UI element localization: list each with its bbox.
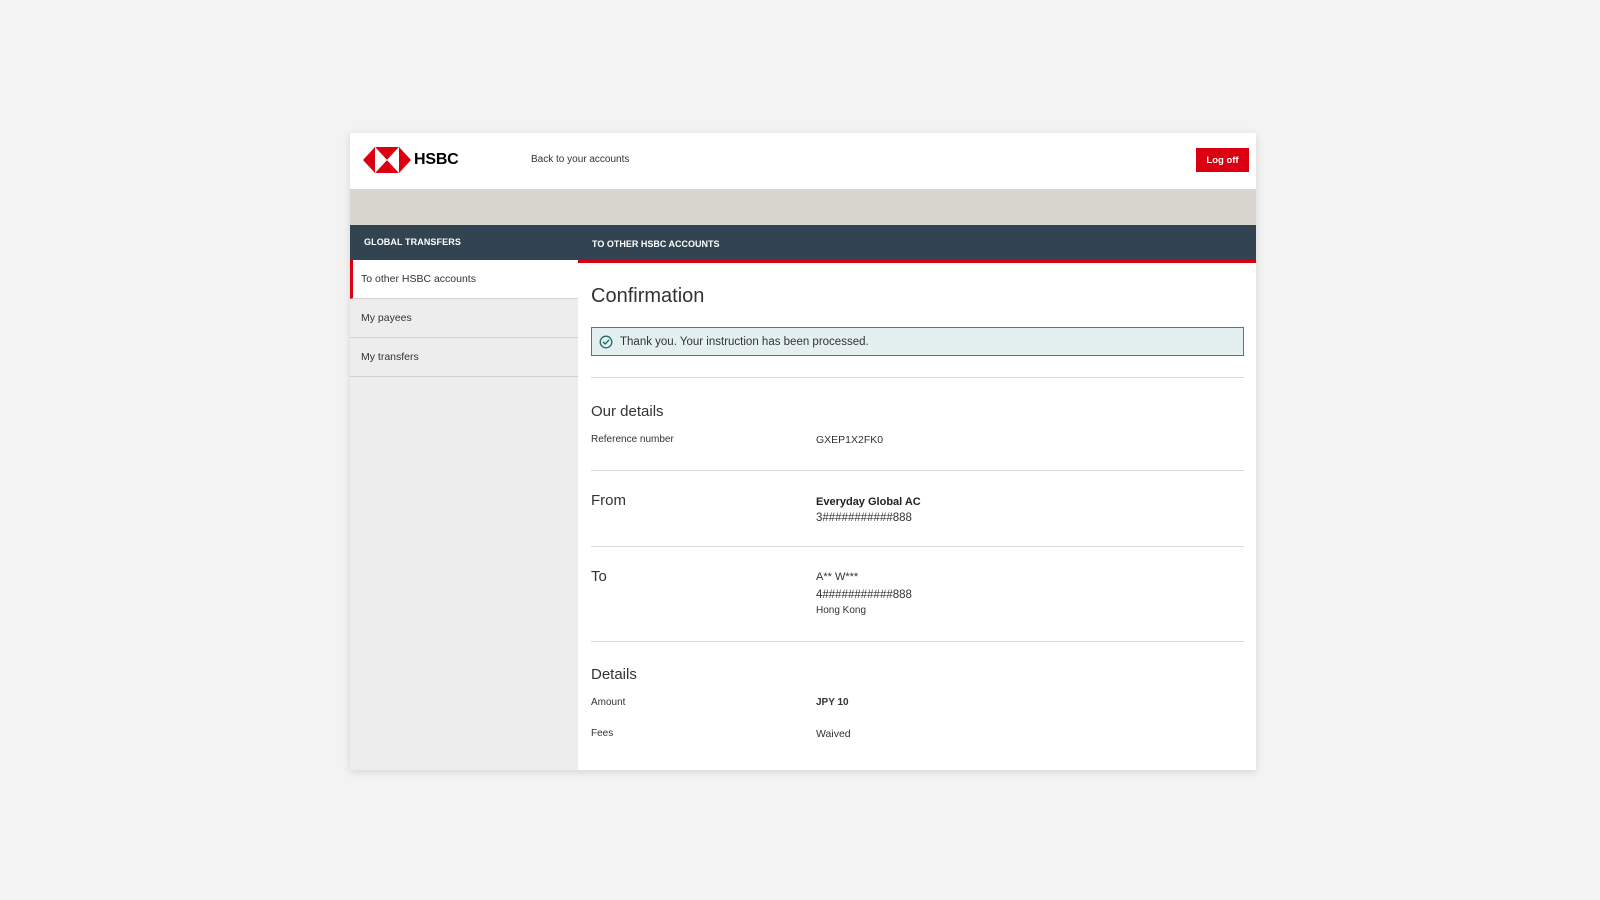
success-alert: Thank you. Your instruction has been pro… xyxy=(591,327,1244,356)
section-header: TO OTHER HSBC ACCOUNTS xyxy=(578,225,1256,263)
details-section: Details Amount JPY 10 Fees Waived xyxy=(591,642,1244,740)
alert-message: Thank you. Your instruction has been pro… xyxy=(620,335,869,348)
to-title: To xyxy=(591,568,607,585)
app-window: HSBC Back to your accounts Log off GLOBA… xyxy=(350,133,1256,770)
page-title: Confirmation xyxy=(591,285,705,307)
log-off-button[interactable]: Log off xyxy=(1196,148,1249,172)
sidebar-title: GLOBAL TRANSFERS xyxy=(350,225,578,260)
check-circle-icon xyxy=(599,335,613,349)
to-account-number: 4###########888 xyxy=(816,589,912,601)
top-header: HSBC Back to your accounts Log off xyxy=(350,133,1256,189)
from-title: From xyxy=(591,492,626,509)
main-panel: TO OTHER HSBC ACCOUNTS Confirmation Than… xyxy=(578,225,1256,770)
brand-name: HSBC xyxy=(414,151,459,168)
fees-row: Fees Waived xyxy=(591,728,1244,740)
from-section: From Everyday Global AC 3###########888 xyxy=(591,471,1244,546)
our-details-section: Our details Reference number GXEP1X2FK0 xyxy=(591,378,1244,470)
from-account-number: 3###########888 xyxy=(816,512,912,524)
reference-label: Reference number xyxy=(591,434,674,445)
details-title: Details xyxy=(591,666,637,683)
fees-label: Fees xyxy=(591,728,614,739)
from-account-name: Everyday Global AC xyxy=(816,496,921,508)
amount-label: Amount xyxy=(591,697,626,708)
our-details-title: Our details xyxy=(591,403,664,420)
sidebar-item-to-other-hsbc-accounts[interactable]: To other HSBC accounts xyxy=(350,260,578,299)
header-band xyxy=(350,189,1256,225)
from-account: Everyday Global AC 3###########888 xyxy=(816,492,921,526)
sidebar-item-my-transfers[interactable]: My transfers xyxy=(350,338,578,377)
reference-value: GXEP1X2FK0 xyxy=(816,434,884,446)
sidebar: GLOBAL TRANSFERS To other HSBC accounts … xyxy=(350,225,578,770)
hsbc-hexagon-icon xyxy=(363,147,411,173)
hsbc-logo[interactable]: HSBC xyxy=(363,145,459,175)
main-content: Confirmation Thank you. Your instruction… xyxy=(578,263,1256,740)
payee-name: A** W*** xyxy=(816,571,859,583)
to-account: A** W*** 4###########888 Hong Kong xyxy=(816,568,912,619)
back-to-accounts-link[interactable]: Back to your accounts xyxy=(531,154,629,165)
amount-value: JPY 10 xyxy=(816,697,849,708)
sidebar-item-my-payees[interactable]: My payees xyxy=(350,299,578,338)
to-section: To A** W*** 4###########888 Hong Kong xyxy=(591,547,1244,641)
payee-location: Hong Kong xyxy=(816,605,867,616)
reference-row: Reference number GXEP1X2FK0 xyxy=(591,434,1244,446)
fees-value: Waived xyxy=(816,728,851,740)
amount-row: Amount JPY 10 xyxy=(591,697,1244,708)
